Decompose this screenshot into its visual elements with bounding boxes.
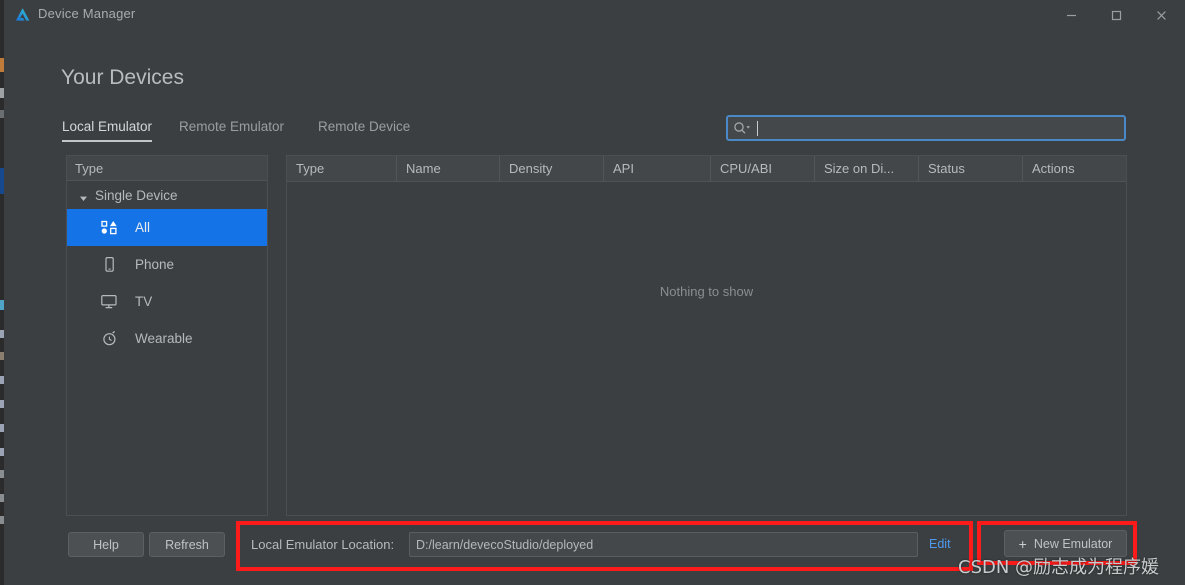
column-header-actions[interactable]: Actions <box>1023 156 1126 181</box>
sidebar-item-all[interactable]: All <box>67 209 267 246</box>
device-manager-window: Device Manager Your Devices Local Emulat… <box>4 0 1185 585</box>
type-panel-header-label: Type <box>75 161 103 176</box>
column-header-size-on-disk[interactable]: Size on Di... <box>815 156 919 181</box>
search-input[interactable] <box>758 121 1124 136</box>
search-box[interactable] <box>726 115 1126 141</box>
deveco-studio-logo-icon <box>14 7 31 23</box>
search-icon[interactable] <box>733 121 751 135</box>
device-table-panel: Type Name Density API CPU/ABI Size on Di… <box>286 155 1127 516</box>
sidebar-item-label: Phone <box>135 257 174 272</box>
tree-group-label: Single Device <box>95 188 178 203</box>
page-title: Your Devices <box>61 66 184 90</box>
empty-state-text: Nothing to show <box>287 284 1126 299</box>
sidebar-item-tv[interactable]: TV <box>67 283 267 320</box>
column-header-cpu-abi[interactable]: CPU/ABI <box>711 156 815 181</box>
column-header-name[interactable]: Name <box>397 156 500 181</box>
minimize-button[interactable] <box>1049 0 1094 30</box>
all-devices-icon <box>100 219 118 237</box>
device-table-header: Type Name Density API CPU/ABI Size on Di… <box>287 156 1126 182</box>
tv-icon <box>100 293 118 311</box>
sidebar-item-wearable[interactable]: Wearable <box>67 320 267 357</box>
tab-remote-device[interactable]: Remote Device <box>318 119 410 140</box>
chevron-down-icon[interactable] <box>79 191 88 200</box>
column-header-type[interactable]: Type <box>287 156 397 181</box>
phone-icon <box>100 256 118 274</box>
sidebar-item-label: Wearable <box>135 331 193 346</box>
tree-group-single-device[interactable]: Single Device <box>67 181 267 209</box>
refresh-button[interactable]: Refresh <box>149 532 225 557</box>
sidebar-item-label: All <box>135 220 150 235</box>
sidebar-item-phone[interactable]: Phone <box>67 246 267 283</box>
close-button[interactable] <box>1139 0 1184 30</box>
local-emulator-location-label: Local Emulator Location: <box>251 537 394 552</box>
edit-link[interactable]: Edit <box>929 537 951 551</box>
tab-local-emulator[interactable]: Local Emulator <box>62 119 152 142</box>
watermark: CSDN @励志成为程序媛 <box>958 553 1159 579</box>
maximize-button[interactable] <box>1094 0 1139 30</box>
new-emulator-label: New Emulator <box>1034 537 1113 551</box>
plus-icon: + <box>1019 536 1027 552</box>
local-emulator-location-input[interactable] <box>409 532 918 557</box>
title-bar: Device Manager <box>4 0 1185 30</box>
column-header-density[interactable]: Density <box>500 156 604 181</box>
watch-icon <box>100 330 118 348</box>
type-panel: Type Single Device All <box>66 155 268 516</box>
column-header-api[interactable]: API <box>604 156 711 181</box>
help-button[interactable]: Help <box>68 532 144 557</box>
window-title: Device Manager <box>38 6 135 21</box>
type-panel-header: Type <box>67 156 267 181</box>
tab-remote-emulator[interactable]: Remote Emulator <box>179 119 284 140</box>
sidebar-item-label: TV <box>135 294 152 309</box>
column-header-status[interactable]: Status <box>919 156 1023 181</box>
